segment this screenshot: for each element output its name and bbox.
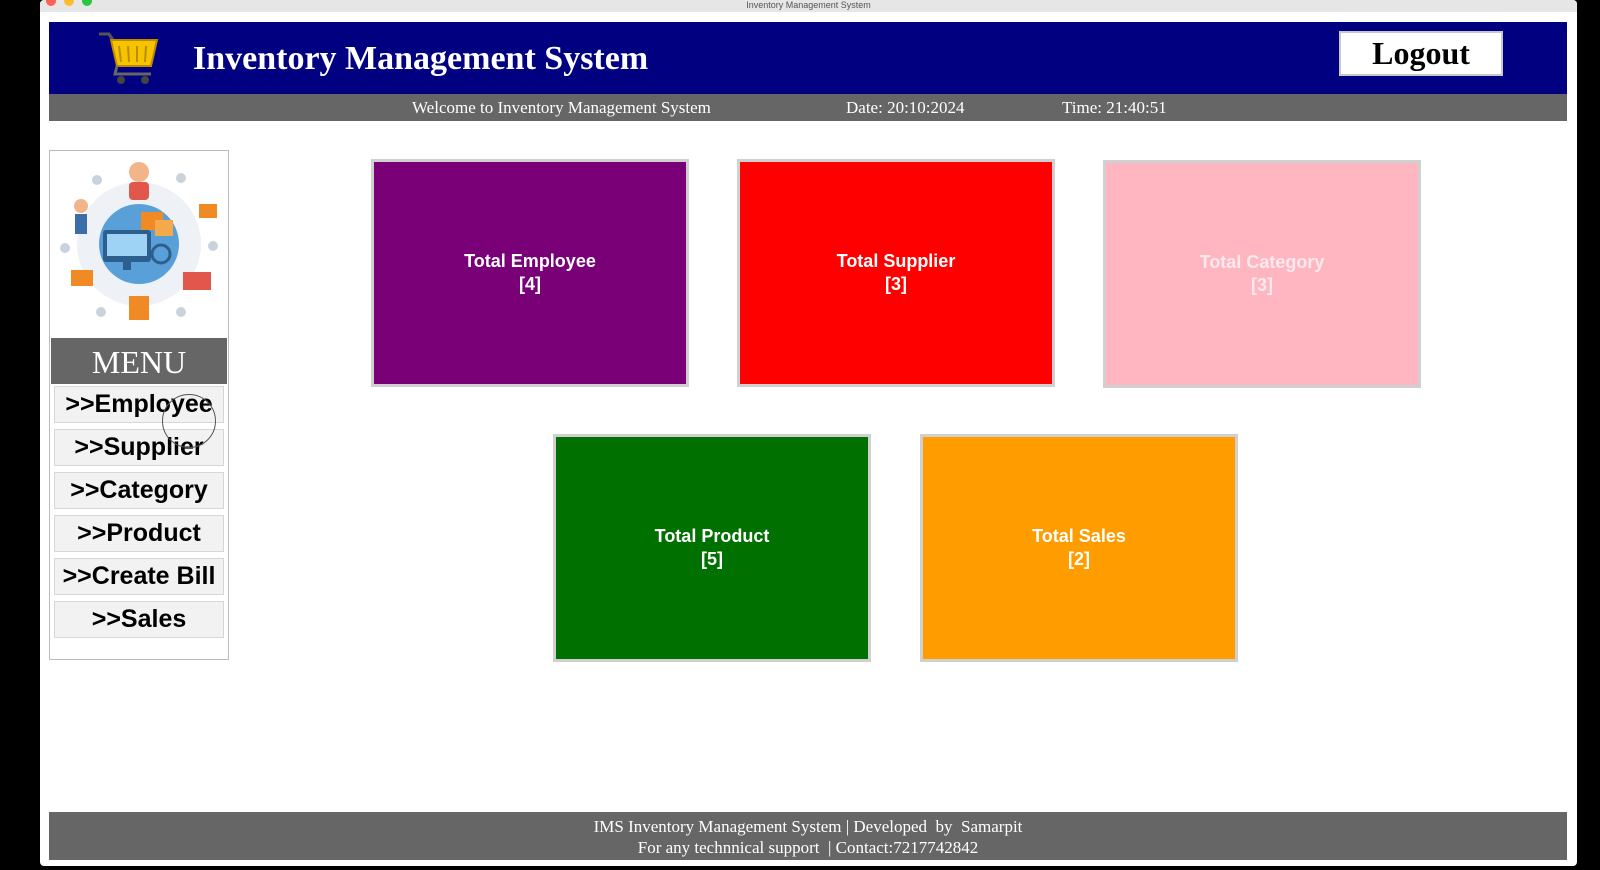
shopping-cart-icon [99,32,159,84]
menu-item-category[interactable]: >>Category [54,472,224,509]
tile-count: [3] [1251,275,1273,295]
window-title: Inventory Management System [746,0,871,10]
mouse-cursor-icon [162,394,216,448]
tile-title: Total Category [1199,252,1325,272]
date-label: Date: 20:10:2024 [846,98,965,117]
logout-button[interactable]: Logout [1339,31,1503,76]
app-window: Inventory Management System Inventory Ma… [40,0,1577,866]
tile-count: [4] [519,274,541,294]
tile-title: Total Employee [464,251,596,271]
footer: IMS Inventory Management System | Develo… [49,812,1567,860]
tile-count: [3] [885,274,907,294]
app-title: Inventory Management System [193,40,649,77]
footer-credits: IMS Inventory Management System | Develo… [593,817,1023,836]
menu-item-create-bill[interactable]: >>Create Bill [54,558,224,595]
status-bar: Welcome to Inventory Management System D… [49,94,1567,121]
tile-total-employee: Total Employee [4] [371,159,689,387]
menu-title: MENU [51,338,227,384]
minimize-window-icon[interactable] [64,0,74,6]
tile-count: [2] [1068,549,1090,569]
tile-total-sales: Total Sales [2] [920,434,1238,662]
sidebar-menu: MENU >>Employee >>Supplier >>Category >>… [49,150,229,660]
window-titlebar: Inventory Management System [40,0,1577,12]
welcome-text: Welcome to Inventory Management System [412,98,711,117]
close-window-icon[interactable] [46,0,56,6]
time-label: Time: 21:40:51 [1062,98,1167,117]
zoom-window-icon[interactable] [82,0,92,6]
footer-contact: For any technnical support | Contact:721… [637,838,979,857]
tile-title: Total Product [654,526,770,546]
tile-total-supplier: Total Supplier [3] [737,159,1055,387]
menu-item-sales[interactable]: >>Sales [54,601,224,638]
tile-count: [5] [701,549,723,569]
tile-total-product: Total Product [5] [553,434,871,662]
inventory-illustration [60,162,218,320]
tile-title: Total Sales [1032,526,1126,546]
header-bar: Inventory Management System Logout [49,22,1567,94]
tile-total-category: Total Category [3] [1103,160,1421,388]
tile-title: Total Supplier [836,251,956,271]
menu-item-product[interactable]: >>Product [54,515,224,552]
